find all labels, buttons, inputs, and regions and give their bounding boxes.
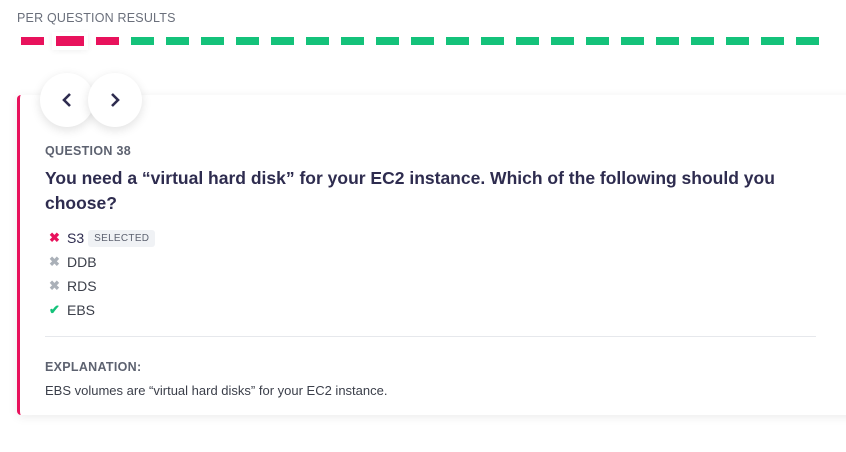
- option-label: S3: [67, 230, 85, 246]
- option-s3: ✖ S3 SELECTED: [49, 226, 156, 250]
- result-dash-13[interactable]: [446, 37, 469, 45]
- check-icon: ✔: [49, 302, 60, 317]
- result-dash-11[interactable]: [376, 37, 399, 45]
- result-dash-12[interactable]: [411, 37, 434, 45]
- chevron-right-icon: [111, 93, 120, 107]
- result-dash-3[interactable]: [96, 37, 119, 45]
- next-button[interactable]: [88, 73, 142, 127]
- result-dash-15[interactable]: [516, 37, 539, 45]
- result-dash-10[interactable]: [341, 37, 364, 45]
- option-ddb: ✖ DDB: [49, 250, 155, 274]
- per-question-results-heading: PER QUESTION RESULTS: [17, 11, 176, 25]
- option-ebs: ✔ EBS: [49, 298, 155, 322]
- result-dash-19[interactable]: [656, 37, 679, 45]
- result-dash-1[interactable]: [21, 37, 44, 45]
- option-rds: ✖ RDS: [49, 274, 155, 298]
- x-icon: ✖: [49, 278, 60, 293]
- result-dash-6[interactable]: [201, 37, 224, 45]
- result-dash-5[interactable]: [166, 37, 189, 45]
- result-dash-14[interactable]: [481, 37, 504, 45]
- answer-options: ✖ S3 SELECTED ✖ DDB ✖ RDS ✔ EBS: [49, 226, 156, 322]
- result-dash-9[interactable]: [306, 37, 329, 45]
- result-dash-2[interactable]: [56, 36, 84, 46]
- question-text: You need a “virtual hard disk” for your …: [45, 168, 775, 213]
- result-dash-20[interactable]: [691, 37, 714, 45]
- result-dash-17[interactable]: [586, 37, 609, 45]
- option-label: DDB: [67, 254, 97, 270]
- result-dash-7[interactable]: [236, 37, 259, 45]
- result-dash-21[interactable]: [726, 37, 749, 45]
- result-dash-4[interactable]: [131, 37, 154, 45]
- option-label: EBS: [67, 302, 96, 318]
- option-label: RDS: [67, 278, 97, 294]
- result-dash-8[interactable]: [271, 37, 294, 45]
- selected-badge: SELECTED: [88, 229, 156, 247]
- result-dash-23[interactable]: [796, 37, 819, 45]
- result-dash-22[interactable]: [761, 37, 784, 45]
- divider: [45, 336, 816, 337]
- results-bar: [21, 36, 819, 46]
- explanation-text: EBS volumes are “virtual hard disks” for…: [45, 383, 388, 398]
- explanation-label: EXPLANATION:: [45, 360, 142, 374]
- previous-button[interactable]: [40, 73, 94, 127]
- result-dash-16[interactable]: [551, 37, 574, 45]
- chevron-left-icon: [62, 93, 71, 107]
- result-dash-18[interactable]: [621, 37, 644, 45]
- x-icon: ✖: [49, 230, 60, 245]
- x-icon: ✖: [49, 254, 60, 269]
- question-number: QUESTION 38: [45, 144, 131, 158]
